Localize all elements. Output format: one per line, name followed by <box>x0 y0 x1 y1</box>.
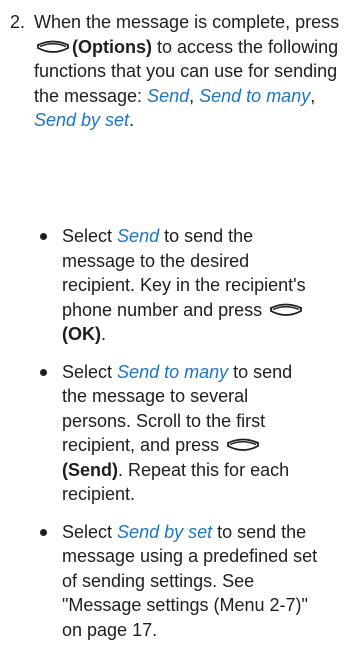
send-label: (Send) <box>62 459 118 480</box>
item-select-word: Select <box>62 361 113 382</box>
step-2: 2. When the message is complete, press (… <box>10 10 346 133</box>
selection-key-icon <box>36 39 70 55</box>
list-item-send-to-many: Select Send to many to send the message … <box>10 360 320 507</box>
selection-key-icon <box>269 302 303 318</box>
fn-send-link[interactable]: Send <box>147 86 189 106</box>
step-end: . <box>129 110 135 130</box>
send-link[interactable]: Send <box>117 226 159 246</box>
step-text: When the message is complete, press (Opt… <box>34 10 346 133</box>
item-select-word: Select <box>62 226 113 246</box>
fn-send-many-link[interactable]: Send to many <box>199 86 310 106</box>
bullet-icon <box>40 528 47 536</box>
selection-key-icon <box>226 437 260 453</box>
separator-2: , <box>310 85 316 106</box>
options-list: Select Send to send the message to the d… <box>10 224 346 655</box>
separator-1: , <box>189 85 200 106</box>
options-label: (Options) <box>72 36 152 57</box>
list-item-send: Select Send to send the message to the d… <box>10 224 320 347</box>
item-select-word: Select <box>62 521 113 542</box>
send-to-many-link[interactable]: Send to many <box>117 362 228 382</box>
fn-send-set-link[interactable]: Send by set <box>34 110 129 130</box>
ok-label: (OK) <box>62 324 101 344</box>
item-text-b: . <box>101 324 107 344</box>
step-intro-a: When the message is complete, press <box>34 12 340 32</box>
bullet-icon <box>40 233 47 240</box>
step-number: 2. <box>10 12 26 32</box>
list-item-send-by-set: Select Send by set to send the message u… <box>10 520 320 643</box>
manual-page: 2. When the message is complete, press (… <box>0 0 346 640</box>
bullet-icon <box>40 368 47 376</box>
send-by-set-link[interactable]: Send by set <box>117 522 212 542</box>
